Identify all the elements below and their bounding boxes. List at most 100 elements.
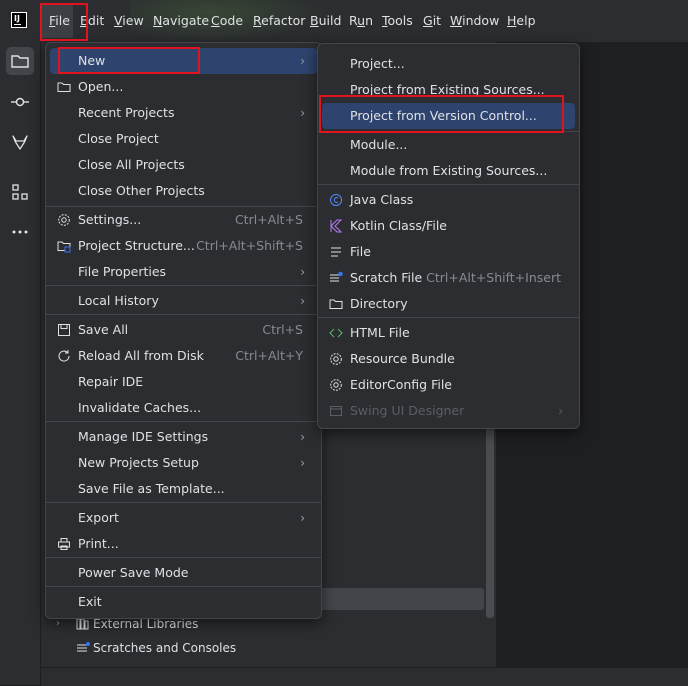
- menu-refactor[interactable]: Refactor: [253, 12, 305, 30]
- menu-separator: [46, 502, 321, 503]
- menu-item-label: Swing UI Designer: [350, 403, 465, 418]
- chevron-right-icon: ›: [300, 430, 305, 444]
- menu-navigate-mnemonic: N: [153, 13, 163, 28]
- menu-item-label: Save File as Template...: [78, 481, 225, 496]
- new-kotlin-class-file[interactable]: Kotlin Class/File: [322, 213, 575, 239]
- menu-file-rest: ile: [55, 13, 70, 28]
- menu-git[interactable]: Git: [423, 12, 441, 30]
- folder-icon: [329, 299, 343, 309]
- new-project[interactable]: Project...: [322, 51, 575, 77]
- new-editorconfig-file[interactable]: EditorConfig File: [322, 372, 575, 398]
- file-menu-save-file-as-template[interactable]: Save File as Template...: [50, 476, 317, 502]
- menu-help-rest: elp: [516, 13, 536, 28]
- menu-file[interactable]: File: [49, 12, 70, 30]
- menu-item-label: Scratch File: [350, 270, 423, 285]
- menu-window-mnemonic: W: [450, 13, 463, 28]
- more-tools-button[interactable]: [6, 218, 34, 246]
- tree-row-label: Scratches and Consoles: [93, 641, 237, 655]
- file-menu-close-project[interactable]: Close Project: [50, 126, 317, 152]
- menu-help-mnemonic: H: [507, 13, 517, 28]
- menu-item-label: File: [350, 244, 371, 259]
- new-resource-bundle[interactable]: Resource Bundle: [322, 346, 575, 372]
- project-structure-icon: [57, 241, 71, 253]
- menu-item-label: Module from Existing Sources...: [350, 163, 548, 178]
- menu-separator: [318, 317, 579, 318]
- menu-navigate[interactable]: Navigate: [153, 12, 209, 30]
- menu-item-label: Kotlin Class/File: [350, 218, 447, 233]
- file-menu-power-save-mode[interactable]: Power Save Mode: [50, 560, 317, 586]
- menu-build[interactable]: Build: [310, 12, 341, 30]
- file-menu-new[interactable]: New ›: [50, 48, 317, 74]
- menu-separator: [46, 586, 321, 587]
- menu-separator: [46, 421, 321, 422]
- menu-item-label: Settings...: [78, 212, 142, 227]
- new-html-file[interactable]: HTML File: [322, 320, 575, 346]
- menu-item-label: Project from Existing Sources...: [350, 82, 545, 97]
- file-menu-close-other-projects[interactable]: Close Other Projects: [50, 178, 317, 204]
- new-project-from-existing-sources[interactable]: Project from Existing Sources...: [322, 77, 575, 103]
- file-menu-open[interactable]: Open...: [50, 74, 317, 100]
- new-module-from-existing-sources[interactable]: Module from Existing Sources...: [322, 158, 575, 184]
- menu-item-label: Resource Bundle: [350, 351, 455, 366]
- scratch-file-icon: [330, 271, 343, 282]
- logo-text: IJ: [14, 14, 20, 23]
- file-menu-file-properties[interactable]: File Properties ›: [50, 259, 317, 285]
- menu-item-label: Close Project: [78, 131, 159, 146]
- gitlab-icon: [12, 135, 28, 150]
- chevron-right-icon: ›: [300, 294, 305, 308]
- selected-tree-row[interactable]: [318, 588, 484, 610]
- file-menu-exit[interactable]: Exit: [50, 589, 317, 615]
- file-menu-manage-ide-settings[interactable]: Manage IDE Settings ›: [50, 424, 317, 450]
- file-menu-new-projects-setup[interactable]: New Projects Setup ›: [50, 450, 317, 476]
- menu-item-label: New: [78, 53, 106, 68]
- structure-tool-button[interactable]: [6, 178, 34, 206]
- status-bar: [41, 667, 688, 686]
- new-java-class[interactable]: Java Class: [322, 187, 575, 213]
- file-menu-close-all-projects[interactable]: Close All Projects: [50, 152, 317, 178]
- menu-item-label: Print...: [78, 536, 119, 551]
- menu-git-rest: it: [432, 13, 442, 28]
- menu-item-label: Java Class: [350, 192, 414, 207]
- new-module[interactable]: Module...: [322, 132, 575, 158]
- intellij-logo-icon[interactable]: IJ: [11, 12, 27, 28]
- menu-run[interactable]: Run: [349, 12, 373, 30]
- file-menu-print[interactable]: Print...: [50, 531, 317, 557]
- save-icon: [58, 324, 70, 336]
- file-menu-reload-all[interactable]: Reload All from Disk Ctrl+Alt+Y: [50, 343, 317, 369]
- new-directory[interactable]: Directory: [322, 291, 575, 317]
- menu-help[interactable]: Help: [507, 12, 536, 30]
- menu-window[interactable]: Window: [450, 12, 499, 30]
- file-menu-invalidate-caches[interactable]: Invalidate Caches...: [50, 395, 317, 421]
- file-menu-settings[interactable]: Settings... Ctrl+Alt+S: [50, 207, 317, 233]
- new-scratch-file[interactable]: Scratch File Ctrl+Alt+Shift+Insert: [322, 265, 575, 291]
- gitlab-tool-button[interactable]: [6, 128, 34, 156]
- menu-item-label: HTML File: [350, 325, 410, 340]
- menu-item-label: Directory: [350, 296, 408, 311]
- folder-icon: [11, 55, 29, 68]
- project-tool-button[interactable]: [6, 47, 34, 75]
- chevron-right-icon: ›: [300, 456, 305, 470]
- file-menu-save-all[interactable]: Save All Ctrl+S: [50, 317, 317, 343]
- editorconfig-icon: [330, 379, 342, 391]
- menu-window-rest: indow: [462, 13, 500, 28]
- menu-edit[interactable]: Edit: [80, 12, 104, 30]
- new-project-from-version-control[interactable]: Project from Version Control...: [322, 103, 575, 129]
- menu-view[interactable]: View: [114, 12, 144, 30]
- menu-tools[interactable]: Tools: [382, 12, 413, 30]
- menu-shortcut: Ctrl+Alt+S: [234, 212, 303, 227]
- file-menu-project-structure[interactable]: Project Structure... Ctrl+Alt+Shift+S: [50, 233, 317, 259]
- file-menu-recent-projects[interactable]: Recent Projects ›: [50, 100, 317, 126]
- new-file[interactable]: File: [322, 239, 575, 265]
- menu-build-mnemonic: B: [310, 13, 319, 28]
- menu-item-label: New Projects Setup: [78, 455, 199, 470]
- menu-code[interactable]: Code: [211, 12, 243, 30]
- menu-edit-mnemonic: E: [80, 13, 88, 28]
- file-menu-local-history[interactable]: Local History ›: [50, 288, 317, 314]
- menu-edit-rest: dit: [87, 13, 105, 28]
- menu-item-label: Open...: [78, 79, 124, 94]
- commit-tool-button[interactable]: [6, 88, 34, 116]
- menu-item-label: Close Other Projects: [78, 183, 205, 198]
- file-menu-repair-ide[interactable]: Repair IDE: [50, 369, 317, 395]
- menu-item-label: Save All: [78, 322, 129, 337]
- file-menu-export[interactable]: Export ›: [50, 505, 317, 531]
